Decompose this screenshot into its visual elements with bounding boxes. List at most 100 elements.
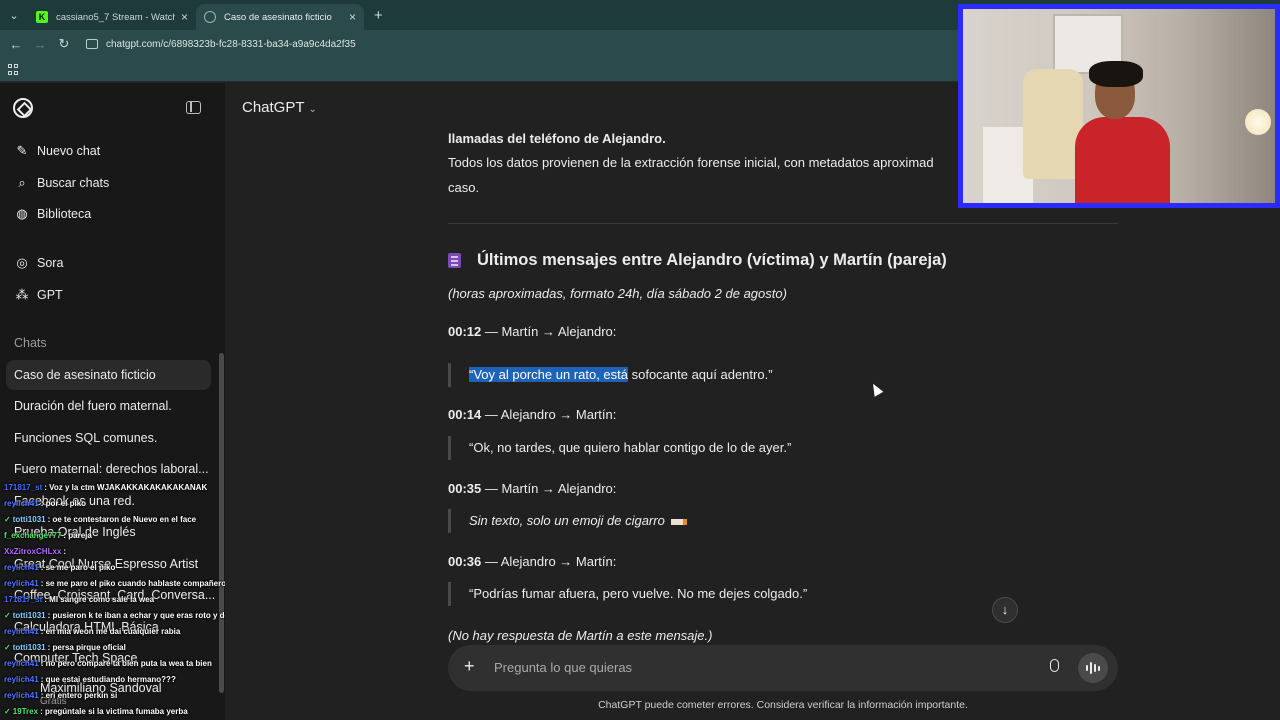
section-note: (horas aproximadas, formato 24h, día sáb… [448,286,787,301]
chevron-down-icon: ⌄ [308,104,317,115]
stream-chat-message: reylich41: que estai estudiando hermano?… [4,675,176,684]
message-quote: “Ok, no tardes, que quiero hablar contig… [448,436,791,460]
message-direction: — Alejandro → Martín: [481,554,617,569]
message-time: 00:14 [448,407,482,422]
globe-icon [204,11,216,23]
voice-mode-button[interactable] [1078,653,1108,683]
stream-chat-username: reylich41 [4,579,39,588]
model-selector[interactable]: ChatGPT ⌄ [242,99,317,116]
stream-chat-message: reylich41: se me paro el piko cuando hab… [4,579,226,588]
cigarette-icon [670,518,687,525]
sidebar-item-search-chats[interactable]: ⌕ Buscar chats [14,175,109,191]
stream-chat-message: XxZitroxCHLxx: [4,547,66,556]
new-tab-plus-icon[interactable]: + [374,7,383,24]
kick-icon: K [36,11,48,23]
chats-section-label: Chats [14,336,47,350]
stream-chat-username: reylich41 [4,627,39,636]
sidebar-item-library[interactable]: ◍ Biblioteca [14,206,91,222]
stream-chat-message: ✓ 19Trex: pregúntale si la victima fumaba… [4,707,188,716]
quote-text: “Podrías fumar afuera, pero vuelve. No m… [469,586,808,601]
stream-chat-message: 171817_st: MI sangre como sale la wea [4,595,154,604]
site-settings-icon[interactable] [86,39,98,49]
tab-close-icon[interactable]: × [181,10,188,24]
section-heading-text: Últimos mensajes entre Alejandro (víctim… [477,251,947,269]
stream-chat-message: reylich41: no pero compare ta bien puta … [4,659,212,668]
stream-chat-message: reylich41: en mia weon me dai cualquier … [4,627,180,636]
intro-line: llamadas del teléfono de Alejandro. [448,131,666,146]
composer[interactable]: + Pregunta lo que quieras [448,645,1118,691]
quote-text: “Ok, no tardes, que quiero hablar contig… [469,440,792,455]
stream-chat-message: f_exchange777: pareja [4,531,92,540]
abacus-icon [448,253,461,268]
prompt-input[interactable]: Pregunta lo que quieras [494,660,632,675]
apps-grid-icon[interactable] [8,64,19,75]
stream-chat-text: : se me paro el piko cuando hablaste com… [40,579,227,588]
message-direction: — Martín → Alejandro: [481,481,617,496]
stream-chat-text: : no pero compare ta bien puta la wea ta… [40,659,212,668]
back-arrow-icon[interactable]: ← [4,37,28,52]
sidebar-item-label: Buscar chats [37,176,110,190]
stream-chat-username: reylich41 [4,691,39,700]
reload-icon[interactable]: ↻ [52,36,76,52]
stream-chat-username: reylich41 [4,499,39,508]
quote-text: Sin texto, solo un emoji de cigarro [469,513,665,528]
stream-chat-username: f_exchange777 [4,531,62,540]
stream-chat-username: XxZitroxCHLxx [4,547,62,556]
edit-icon: ✎ [16,143,28,158]
divider [448,223,1118,224]
tab-close-icon[interactable]: × [349,10,356,24]
chat-history-item[interactable]: Duración del fuero maternal. [14,399,172,413]
stream-chat-text: : por el piko [40,499,87,508]
stream-chat-text: : Voz y la ctm WJAKAKKAKAKAKAKANAK [44,483,208,492]
openai-logo-icon[interactable] [13,98,33,118]
plus-icon[interactable]: + [464,656,475,677]
library-icon: ◍ [16,206,28,221]
sidebar-item-sora[interactable]: ◎ Sora [14,255,63,271]
sora-icon: ◎ [16,255,28,270]
message-quote: Sin texto, solo un emoji de cigarro [448,509,687,533]
stream-chat-message: ✓ totti1031: persa pirque oficial [4,643,126,652]
message-quote: “Voy al porche un rato, está sofocante a… [448,363,773,387]
stream-chat-message: reylich41: por el piko [4,499,86,508]
chat-history-item[interactable]: Funciones SQL comunes. [14,431,157,445]
stream-chat-text: : en mia weon me dai cualquier rabia [40,627,181,636]
microphone-icon[interactable] [1050,659,1059,672]
webcam-overlay [958,4,1280,208]
tab-search-chevron-icon[interactable]: ⌄ [0,0,28,30]
stream-chat-text: : pareja [63,531,92,540]
stream-chat-text: : se me paro el piko [40,563,116,572]
intro-line: caso. [448,180,480,195]
stream-chat-username: reylich41 [4,659,39,668]
intro-line: Todos los datos provienen de la extracci… [448,155,934,170]
disclaimer: ChatGPT puede cometer errores. Considera… [598,699,968,711]
message-time: 00:12 [448,324,482,339]
scroll-down-arrow-icon[interactable]: ↓ [992,597,1018,623]
stream-chat-username: totti1031 [12,643,46,652]
browser-tab-active[interactable]: Caso de asesinato ficticio × [196,4,364,30]
url-field[interactable]: chatgpt.com/c/6898323b-fc28-8331-ba34-a9… [86,39,356,50]
sidebar-item-gpt[interactable]: ⁂ GPT [14,287,63,303]
stream-chat-text: : [63,547,67,556]
tab-title: Caso de asesinato ficticio [224,11,332,23]
message-header: 00:12 — Martín → Alejandro: [448,324,616,339]
stream-chat-text: : que estai estudiando hermano??? [40,675,176,684]
stream-chat-message: reylich41: se me paro el piko [4,563,115,572]
tab-title: cassiano5_7 Stream - Watch Li [56,11,175,23]
streamer-image [1075,61,1170,203]
browser-tab[interactable]: K cassiano5_7 Stream - Watch Li × [28,4,196,30]
stream-chat-message: 171817_st: Voz y la ctm WJAKAKKAKAKAKAKA… [4,483,207,492]
sidebar-item-label: Sora [37,256,64,270]
stream-chat-text: : persa pirque oficial [47,643,126,652]
stream-chat-username: reylich41 [4,563,39,572]
stream-chat-text: : eri entero perkin si [40,691,118,700]
stream-chat-message: ✓ totti1031: oe te contestaron de Nuevo e… [4,515,196,524]
search-icon: ⌕ [18,175,26,190]
sidebar-toggle-icon[interactable] [186,101,201,114]
forward-arrow-icon[interactable]: → [28,37,52,52]
sidebar-item-label: GPT [37,288,63,302]
stream-chat-username: totti1031 [12,515,46,524]
chat-history-item-active[interactable]: Caso de asesinato ficticio [6,360,211,390]
url-text: chatgpt.com/c/6898323b-fc28-8331-ba34-a9… [106,38,356,50]
chat-history-item[interactable]: Fuero maternal: derechos laboral... [14,462,209,476]
sidebar-item-new-chat[interactable]: ✎ Nuevo chat [14,143,101,159]
